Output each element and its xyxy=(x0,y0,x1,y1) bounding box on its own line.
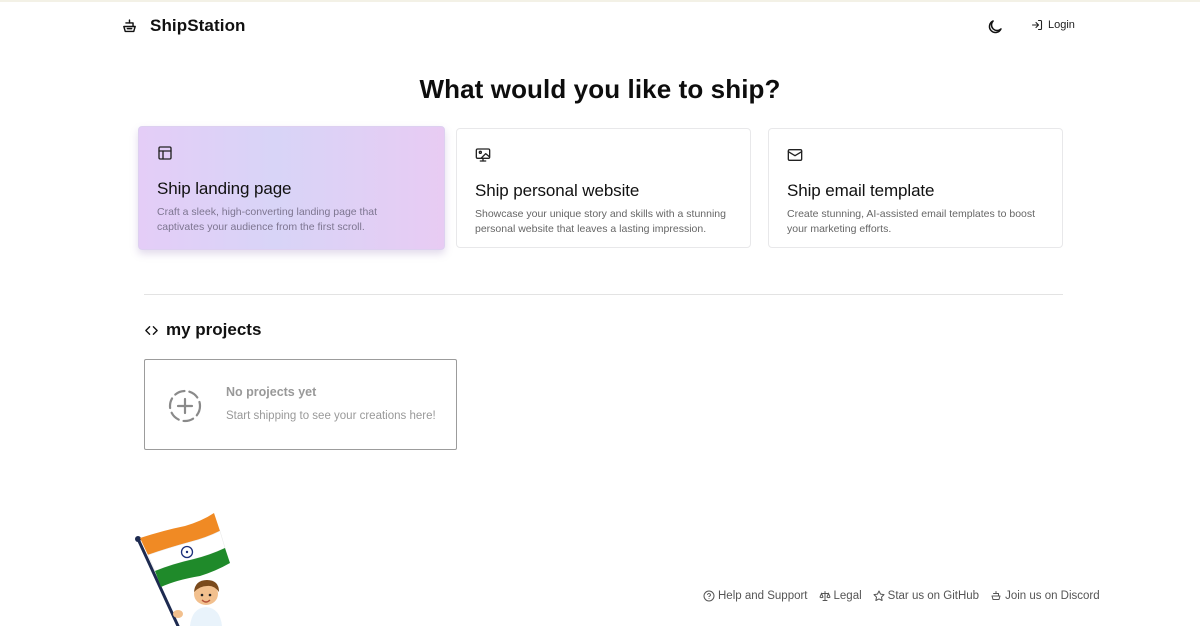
card-email-template[interactable]: Ship email template Create stunning, AI-… xyxy=(768,128,1063,248)
help-circle-icon xyxy=(703,590,715,602)
scale-icon xyxy=(818,591,831,601)
github-star-link[interactable]: Star us on GitHub xyxy=(873,590,979,602)
mail-icon xyxy=(787,149,803,161)
card-title: Ship personal website xyxy=(475,181,640,200)
monitor-image-icon xyxy=(475,148,491,162)
ship-icon xyxy=(123,18,136,32)
legal-link[interactable]: Legal xyxy=(818,590,862,602)
card-title: Ship landing page xyxy=(157,179,292,198)
legal-label: Legal xyxy=(833,590,862,602)
moon-icon[interactable] xyxy=(986,18,1004,36)
discord-link[interactable]: Join us on Discord xyxy=(990,590,1100,602)
empty-title: No projects yet xyxy=(226,385,317,399)
discord-icon xyxy=(991,591,1001,600)
login-label: Login xyxy=(1048,19,1075,31)
help-support-link[interactable]: Help and Support xyxy=(703,590,808,602)
layout-icon xyxy=(158,146,172,160)
card-title: Ship email template xyxy=(787,181,935,200)
empty-subtitle: Start shipping to see your creations her… xyxy=(226,410,436,422)
code-icon xyxy=(145,325,158,335)
top-nav: ShipStation Login xyxy=(0,0,1200,56)
card-description: Craft a sleek, high-converting landing p… xyxy=(157,206,378,233)
section-divider xyxy=(144,294,1063,295)
github-star-label: Star us on GitHub xyxy=(887,590,980,602)
page-title: What would you like to ship? xyxy=(419,74,781,104)
login-arrow-icon xyxy=(1031,19,1043,31)
brand[interactable]: ShipStation xyxy=(121,16,246,36)
projects-heading: my projects xyxy=(144,320,261,340)
help-support-label: Help and Support xyxy=(718,590,808,602)
brand-name: ShipStation xyxy=(150,16,246,35)
star-icon xyxy=(873,590,885,601)
card-description: Showcase your unique story and skills wi… xyxy=(475,208,726,235)
india-flag-illustration xyxy=(135,513,230,626)
empty-projects-card[interactable]: No projects yet Start shipping to see yo… xyxy=(144,359,457,450)
login-button[interactable]: Login xyxy=(1031,19,1075,31)
add-dashed-circle-icon xyxy=(168,389,202,423)
card-personal-website[interactable]: Ship personal website Showcase your uniq… xyxy=(456,128,751,248)
footer: Help and Support Legal Star us on GitHub… xyxy=(703,590,1100,602)
card-landing-page[interactable]: Ship landing page Craft a sleek, high-co… xyxy=(138,126,445,250)
card-description: Create stunning, AI-assisted email templ… xyxy=(787,208,1036,235)
projects-title: my projects xyxy=(166,320,262,339)
discord-label: Join us on Discord xyxy=(1005,590,1100,602)
